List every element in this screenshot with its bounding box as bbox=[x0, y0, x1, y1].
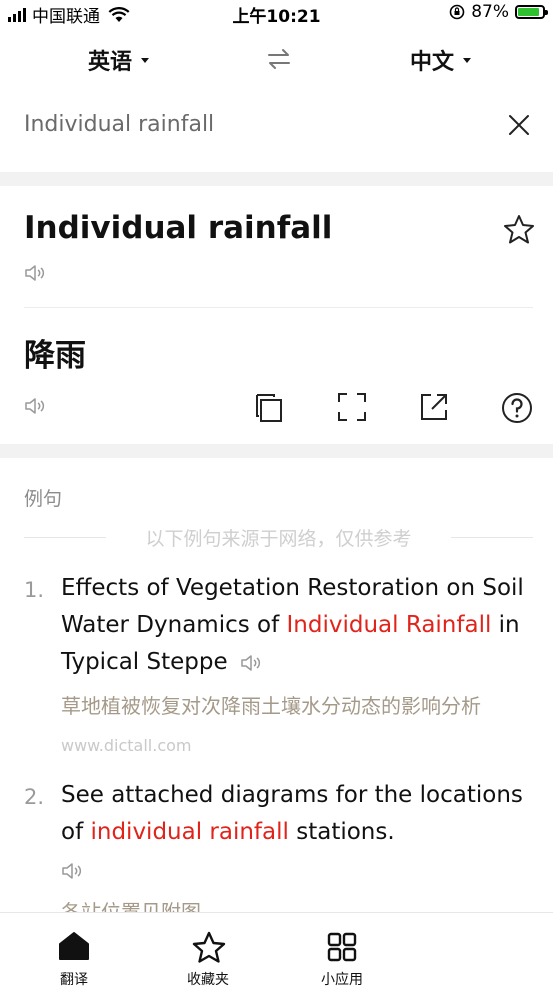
speaker-icon[interactable] bbox=[24, 397, 48, 415]
speaker-icon[interactable] bbox=[61, 862, 85, 880]
help-icon[interactable] bbox=[501, 392, 533, 424]
status-bar: 中国联通 上午10:21 87% bbox=[0, 0, 553, 27]
tab-label: 翻译 bbox=[60, 972, 88, 988]
example-source-link[interactable]: www.dictall.com bbox=[61, 736, 192, 755]
status-right: 87% bbox=[449, 2, 548, 22]
examples-heading: 例句 bbox=[24, 488, 63, 510]
fullscreen-icon[interactable] bbox=[337, 392, 367, 422]
section-divider bbox=[0, 444, 553, 458]
divider bbox=[24, 307, 533, 308]
tab-label: 小应用 bbox=[321, 972, 363, 988]
example-english: Effects of Vegetation Restoration on Soi… bbox=[61, 570, 531, 681]
apps-grid-icon bbox=[327, 932, 357, 962]
speaker-icon[interactable] bbox=[24, 264, 48, 282]
orientation-lock-icon bbox=[449, 4, 465, 20]
bottom-tab-bar: 翻译 收藏夹 小应用 bbox=[0, 912, 553, 990]
query-input[interactable]: Individual rainfall bbox=[24, 112, 214, 137]
examples-note-row: 以下例句来源于网络，仅供参考 bbox=[24, 524, 533, 550]
target-language-selector[interactable]: 中文 bbox=[410, 44, 472, 76]
battery-icon bbox=[515, 5, 548, 19]
star-icon bbox=[192, 931, 226, 963]
share-icon[interactable] bbox=[419, 392, 449, 422]
tab-label: 收藏夹 bbox=[187, 972, 229, 988]
caret-down-icon bbox=[463, 57, 472, 63]
home-icon bbox=[59, 932, 89, 960]
example-highlight: Individual Rainfall bbox=[286, 612, 492, 638]
translation-text: 降雨 bbox=[24, 338, 86, 374]
example-highlight: individual rainfall bbox=[90, 819, 289, 845]
battery-percent: 87% bbox=[471, 2, 509, 22]
example-text: stations. bbox=[288, 819, 395, 845]
language-bar: 英语 中文 bbox=[0, 26, 553, 93]
result-word: Individual rainfall bbox=[24, 210, 333, 246]
target-language-label: 中文 bbox=[410, 50, 455, 75]
source-language-label: 英语 bbox=[88, 50, 133, 75]
clear-input-icon[interactable] bbox=[508, 114, 530, 136]
example-number: 2. bbox=[24, 785, 45, 809]
swap-languages-icon[interactable] bbox=[267, 48, 291, 70]
speaker-icon[interactable] bbox=[240, 654, 264, 672]
example-english: See attached diagrams for the locations … bbox=[61, 777, 531, 851]
favorite-star-icon[interactable] bbox=[503, 214, 535, 244]
example-chinese: 草地植被恢复对次降雨土壤水分动态的影响分析 bbox=[61, 694, 481, 718]
source-language-selector[interactable]: 英语 bbox=[88, 44, 150, 76]
section-divider bbox=[0, 172, 553, 186]
caret-down-icon bbox=[141, 57, 150, 63]
query-input-area[interactable]: Individual rainfall bbox=[0, 92, 553, 172]
divider-line bbox=[451, 537, 533, 538]
copy-icon[interactable] bbox=[254, 392, 284, 424]
example-number: 1. bbox=[24, 578, 45, 602]
